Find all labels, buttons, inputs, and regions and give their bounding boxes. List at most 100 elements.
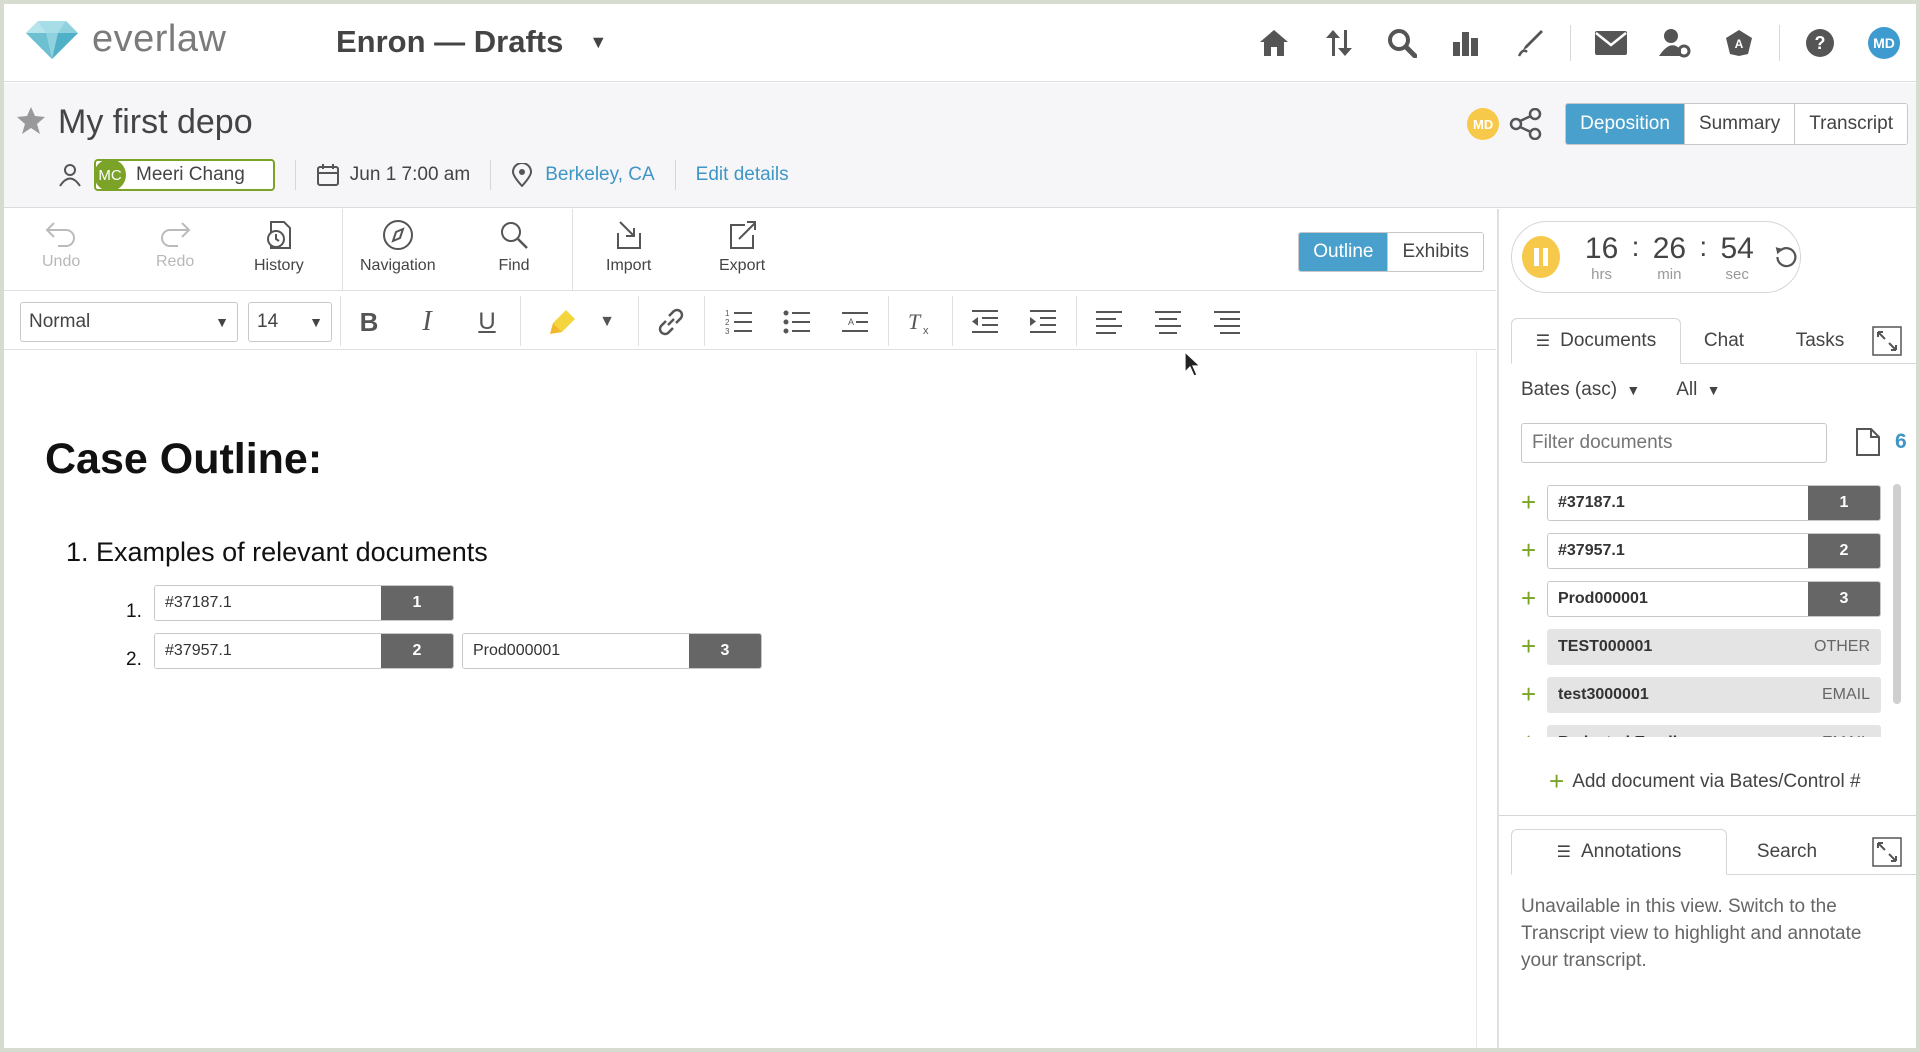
expand-icon[interactable] (1872, 326, 1902, 356)
list-item[interactable]: + #37187.1 1 (1521, 481, 1901, 529)
svg-text:A: A (1735, 37, 1744, 51)
user-avatar[interactable]: MD (1852, 23, 1916, 63)
mail-icon[interactable] (1579, 23, 1643, 63)
list-item[interactable]: + TEST000001 OTHER (1521, 625, 1901, 673)
document-count-value: 6 (1895, 430, 1907, 453)
mouse-cursor-icon (1184, 351, 1202, 377)
add-icon[interactable]: + (1521, 631, 1536, 662)
navigation-button[interactable]: Navigation (360, 219, 436, 275)
star-icon[interactable] (16, 105, 46, 135)
diamond-logo-icon (26, 20, 78, 59)
undo-button[interactable]: Undo (42, 219, 80, 271)
caret-down-icon: ▼ (215, 314, 229, 330)
link-icon[interactable] (652, 303, 690, 341)
nav-divider (1570, 25, 1571, 61)
document-list-scrollbar[interactable] (1893, 484, 1901, 704)
toolbar-divider (520, 296, 521, 346)
tab-deposition[interactable]: Deposition (1566, 104, 1684, 144)
list-item[interactable]: + test3000001 EMAIL (1521, 673, 1901, 721)
add-icon[interactable]: + (1521, 487, 1536, 518)
bullet-list-icon[interactable] (778, 303, 816, 341)
document-chip-name: #37187.1 (1558, 494, 1625, 511)
history-button[interactable]: History (254, 219, 304, 275)
add-icon[interactable]: + (1521, 535, 1536, 566)
bar-chart-icon[interactable] (1434, 23, 1498, 63)
tab-tasks[interactable]: Tasks (1767, 318, 1873, 364)
align-left-icon[interactable] (1090, 303, 1128, 341)
indent-icon[interactable] (1024, 303, 1062, 341)
editor-scrollbar[interactable] (1476, 351, 1496, 1048)
reset-icon[interactable] (1773, 242, 1800, 272)
search-icon[interactable] (1370, 23, 1434, 63)
italic-icon[interactable]: I (408, 303, 446, 341)
font-size-select[interactable]: 14 ▼ (248, 302, 332, 342)
help-icon[interactable]: ? (1788, 23, 1852, 63)
document-chip[interactable]: Redacted Email EMAIL (1547, 725, 1881, 737)
timer-seconds: 54 sec (1717, 232, 1757, 283)
highlight-dropdown-caret-icon[interactable]: ▼ (588, 303, 626, 341)
add-icon[interactable]: + (1521, 583, 1536, 614)
document-chip[interactable]: Prod000001 3 (1547, 581, 1881, 617)
format-toolbar: Normal ▼ 14 ▼ B I U ▼ 123 A Tx (4, 292, 1496, 350)
witness-chip[interactable]: MC Meeri Chang (94, 159, 275, 191)
add-icon[interactable]: + (1521, 727, 1536, 737)
add-icon[interactable]: + (1521, 679, 1536, 710)
document-chip[interactable]: test3000001 EMAIL (1547, 677, 1881, 713)
list-item[interactable]: + #37957.1 2 (1521, 529, 1901, 577)
home-icon[interactable] (1242, 23, 1306, 63)
highlighter-icon[interactable] (544, 303, 582, 341)
user-settings-icon[interactable] (1643, 23, 1707, 63)
import-label: Import (606, 257, 652, 274)
filter-dropdown[interactable]: All ▼ (1676, 379, 1720, 401)
tab-search[interactable]: Search (1727, 829, 1847, 875)
everlaw-logo[interactable]: everlaw (26, 18, 226, 61)
sort-label: Bates (asc) (1521, 379, 1618, 400)
tab-summary[interactable]: Summary (1683, 104, 1795, 144)
pause-icon[interactable] (1522, 236, 1560, 278)
tab-chat[interactable]: Chat (1681, 318, 1767, 364)
tab-documents[interactable]: ☰ Documents (1511, 318, 1681, 364)
outdent-icon[interactable] (966, 303, 1004, 341)
outline-list-icon[interactable]: A (836, 303, 874, 341)
numbered-list-icon[interactable]: 123 (720, 303, 758, 341)
tab-outline[interactable]: Outline (1299, 233, 1388, 271)
transfer-icon[interactable] (1306, 23, 1370, 63)
redo-button[interactable]: Redo (156, 219, 194, 271)
document-chip[interactable]: #37187.1 1 (1547, 485, 1881, 521)
clear-format-icon[interactable]: Tx (902, 303, 940, 341)
tab-transcript[interactable]: Transcript (1794, 104, 1907, 144)
list-item[interactable]: + Prod000001 3 (1521, 577, 1901, 625)
underline-icon[interactable]: U (468, 303, 506, 341)
document-chip[interactable]: #37957.1 2 (1547, 533, 1881, 569)
outline-editor[interactable]: Case Outline: 1. Examples of relevant do… (4, 351, 1476, 1048)
bold-icon[interactable]: B (350, 303, 388, 341)
document-chip-number: 1 (1808, 486, 1880, 520)
add-document-button[interactable]: + Add document via Bates/Control # (1549, 766, 1861, 797)
align-right-icon[interactable] (1208, 303, 1246, 341)
list-item[interactable]: + Redacted Email EMAIL (1521, 721, 1901, 737)
depo-location-link[interactable]: Berkeley, CA (545, 164, 654, 186)
tab-annotations[interactable]: ☰ Annotations (1511, 829, 1727, 875)
document-chip[interactable]: Prod000001 3 (462, 633, 762, 669)
find-button[interactable]: Find (497, 219, 531, 275)
document-chip-name: Prod000001 (1558, 590, 1648, 607)
admin-badge-icon[interactable]: A (1707, 23, 1771, 63)
owner-avatar[interactable]: MD (1467, 108, 1500, 140)
filter-documents-input[interactable] (1521, 423, 1827, 463)
share-icon[interactable] (1509, 108, 1543, 140)
pen-icon[interactable] (1498, 23, 1562, 63)
tab-exhibits[interactable]: Exhibits (1387, 233, 1483, 271)
import-button[interactable]: Import (606, 219, 651, 275)
export-button[interactable]: Export (719, 219, 765, 275)
project-selector[interactable]: Enron — Drafts ▼ (336, 24, 607, 60)
document-chip[interactable]: #37187.1 1 (154, 585, 454, 621)
edit-details-link[interactable]: Edit details (696, 164, 789, 186)
expand-icon[interactable] (1872, 837, 1902, 867)
document-chip[interactable]: TEST000001 OTHER (1547, 629, 1881, 665)
timer-minutes: 26 min (1649, 232, 1689, 283)
sort-dropdown[interactable]: Bates (asc) ▼ (1521, 379, 1640, 401)
redo-label: Redo (156, 253, 195, 270)
paragraph-style-select[interactable]: Normal ▼ (20, 302, 238, 342)
align-center-icon[interactable] (1149, 303, 1187, 341)
document-chip[interactable]: #37957.1 2 (154, 633, 454, 669)
